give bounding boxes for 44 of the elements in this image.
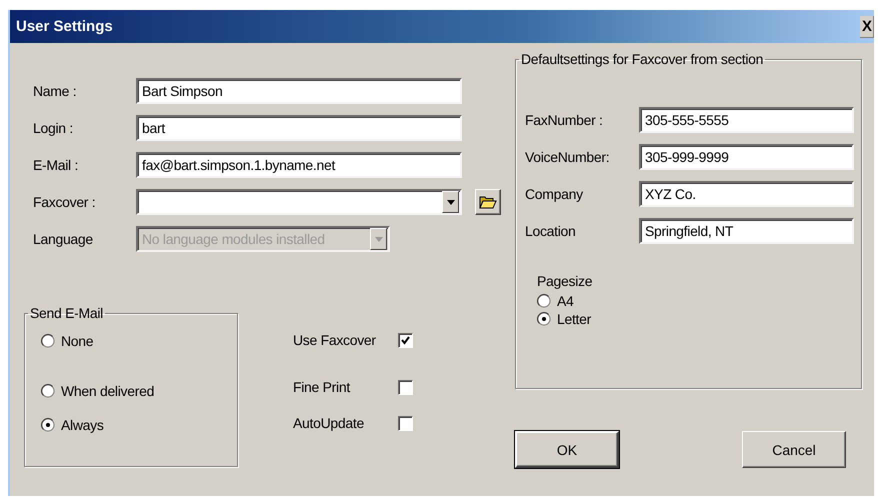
checkbox-label: Fine Print — [293, 379, 352, 395]
field-label: Name : — [33, 83, 78, 99]
checkbox[interactable] — [398, 416, 413, 430]
input-field[interactable]: 305-999-9999 — [639, 144, 854, 170]
input-field[interactable]: bart — [136, 115, 462, 141]
dropdown-arrow-icon — [446, 200, 454, 204]
checkbox-label: Use Faxcover — [293, 332, 377, 348]
group-title: Send E-Mail — [29, 305, 104, 321]
dialog-button[interactable]: OK — [515, 431, 619, 468]
radio-button[interactable] — [41, 334, 55, 348]
checkbox-label: AutoUpdate — [293, 415, 365, 431]
checkbox[interactable] — [398, 380, 413, 394]
close-button[interactable]: X — [860, 16, 874, 38]
radio-label: When delivered — [61, 383, 154, 399]
radio-label: Letter — [557, 311, 591, 327]
radio-label: Always — [61, 417, 104, 433]
radio-button[interactable] — [537, 312, 551, 326]
checkbox[interactable] — [398, 332, 413, 348]
field-label: Location — [525, 223, 577, 239]
field-label: E-Mail : — [33, 157, 80, 173]
window-title: User Settings — [16, 18, 113, 35]
radio-button[interactable] — [41, 384, 55, 398]
field-label: FaxNumber : — [525, 112, 604, 128]
radio-button[interactable] — [537, 294, 551, 308]
browse-button[interactable] — [475, 189, 501, 215]
folder-icon — [479, 195, 497, 209]
group-title: Defaultsettings for Faxcover from section — [520, 51, 764, 67]
pagesize-label: Pagesize — [537, 273, 594, 289]
input-field[interactable]: 305-555-5555 — [639, 107, 854, 133]
field-label: Language — [33, 231, 94, 247]
field-label: Company — [525, 186, 584, 202]
input-field[interactable]: Bart Simpson — [136, 78, 462, 104]
radio-label: None — [61, 333, 94, 349]
input-field[interactable]: Springfield, NT — [639, 218, 854, 244]
field-label: VoiceNumber: — [525, 149, 610, 165]
field-label: Faxcover : — [33, 194, 96, 210]
input-field[interactable]: XYZ Co. — [639, 181, 854, 207]
radio-label: A4 — [557, 293, 574, 309]
dropdown[interactable] — [136, 189, 462, 215]
radio-button[interactable] — [41, 418, 55, 432]
dialog-button[interactable]: Cancel — [742, 431, 846, 468]
dropdown-arrow-icon — [374, 236, 382, 242]
input-field[interactable]: fax@bart.simpson.1.byname.net — [136, 152, 462, 178]
field-label: Login : — [33, 120, 74, 136]
